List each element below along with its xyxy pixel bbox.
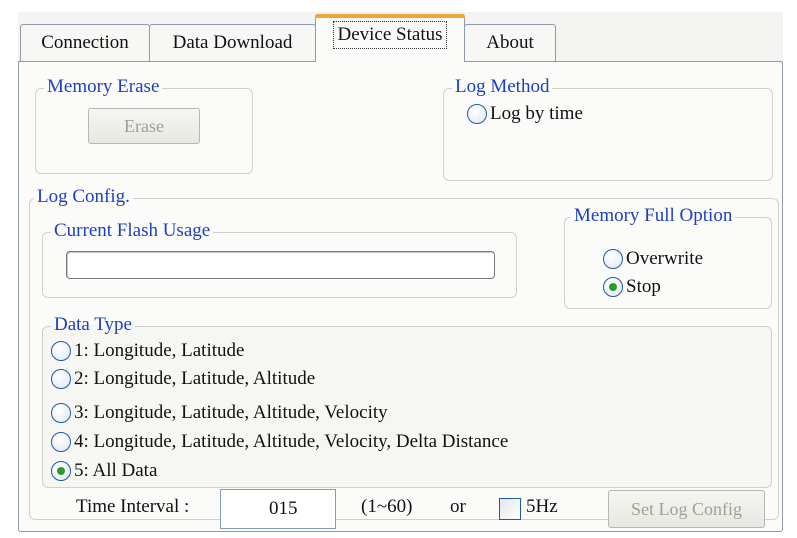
5hz-label: 5Hz (526, 496, 558, 517)
log-by-time-label: Log by time (490, 103, 583, 124)
flash-usage-group: Current Flash Usage (42, 220, 517, 298)
radio-icon (51, 369, 71, 389)
data-type-group: Data Type 1: Longitude, Latitude 2: Long… (42, 314, 772, 488)
data-type-option-3[interactable]: 3: Longitude, Latitude, Altitude, Veloci… (51, 402, 388, 424)
memory-full-group: Memory Full Option Overwrite Stop (564, 205, 772, 309)
radio-icon (51, 341, 71, 361)
log-method-group: Log Method Log by time (443, 76, 773, 181)
set-log-config-button[interactable]: Set Log Config (608, 490, 765, 528)
time-interval-value: 015 (269, 498, 298, 519)
tab-active-accent (315, 14, 465, 18)
5hz-checkbox[interactable] (499, 498, 521, 520)
data-type-option-label: 2: Longitude, Latitude, Altitude (74, 368, 316, 389)
tab-about-label: About (486, 32, 534, 53)
radio-checked-icon (603, 277, 623, 297)
overwrite-label: Overwrite (626, 248, 704, 269)
log-config-title: Log Config. (34, 186, 133, 208)
tab-device-status-label: Device Status (333, 21, 447, 49)
data-type-title: Data Type (51, 314, 135, 336)
device-status-panel: Memory Erase Erase Log Method Log by tim… (18, 61, 783, 532)
data-type-option-label: 4: Longitude, Latitude, Altitude, Veloci… (74, 431, 509, 452)
time-interval-label: Time Interval : (76, 496, 190, 517)
erase-button-label: Erase (124, 116, 164, 136)
memory-erase-title: Memory Erase (44, 76, 163, 98)
set-log-config-label: Set Log Config (631, 499, 742, 519)
radio-icon (603, 249, 623, 269)
or-label: or (450, 496, 466, 517)
tab-connection-label: Connection (41, 32, 129, 53)
radio-icon (467, 104, 487, 124)
memory-erase-group: Memory Erase Erase (35, 76, 253, 174)
radio-checked-icon (51, 461, 71, 481)
app-window: Connection Data Download Device Status A… (18, 12, 783, 532)
tab-data-download[interactable]: Data Download (149, 24, 316, 62)
overwrite-radio[interactable]: Overwrite (603, 248, 703, 270)
log-by-time-radio[interactable]: Log by time (467, 103, 583, 125)
erase-button[interactable]: Erase (88, 108, 200, 144)
log-method-title: Log Method (452, 76, 553, 98)
data-type-option-label: 5: All Data (74, 460, 158, 481)
flash-usage-progress (66, 251, 495, 279)
data-type-option-5[interactable]: 5: All Data (51, 460, 157, 482)
time-interval-range: (1~60) (361, 496, 413, 517)
radio-icon (51, 403, 71, 423)
tab-connection[interactable]: Connection (20, 24, 150, 62)
data-type-option-1[interactable]: 1: Longitude, Latitude (51, 340, 244, 362)
data-type-option-label: 1: Longitude, Latitude (74, 340, 245, 361)
stop-radio[interactable]: Stop (603, 276, 661, 298)
data-type-option-2[interactable]: 2: Longitude, Latitude, Altitude (51, 368, 315, 390)
radio-icon (51, 432, 71, 452)
log-config-group: Log Config. Current Flash Usage Memory F… (29, 186, 779, 529)
memory-full-title: Memory Full Option (571, 205, 736, 227)
tab-data-download-label: Data Download (172, 32, 293, 53)
time-interval-input[interactable]: 015 (220, 489, 336, 529)
tab-about[interactable]: About (464, 24, 556, 62)
data-type-option-label: 3: Longitude, Latitude, Altitude, Veloci… (74, 402, 388, 423)
data-type-option-4[interactable]: 4: Longitude, Latitude, Altitude, Veloci… (51, 431, 508, 453)
tab-device-status[interactable]: Device Status (315, 14, 465, 62)
flash-usage-title: Current Flash Usage (51, 220, 214, 242)
stop-label: Stop (626, 276, 661, 297)
